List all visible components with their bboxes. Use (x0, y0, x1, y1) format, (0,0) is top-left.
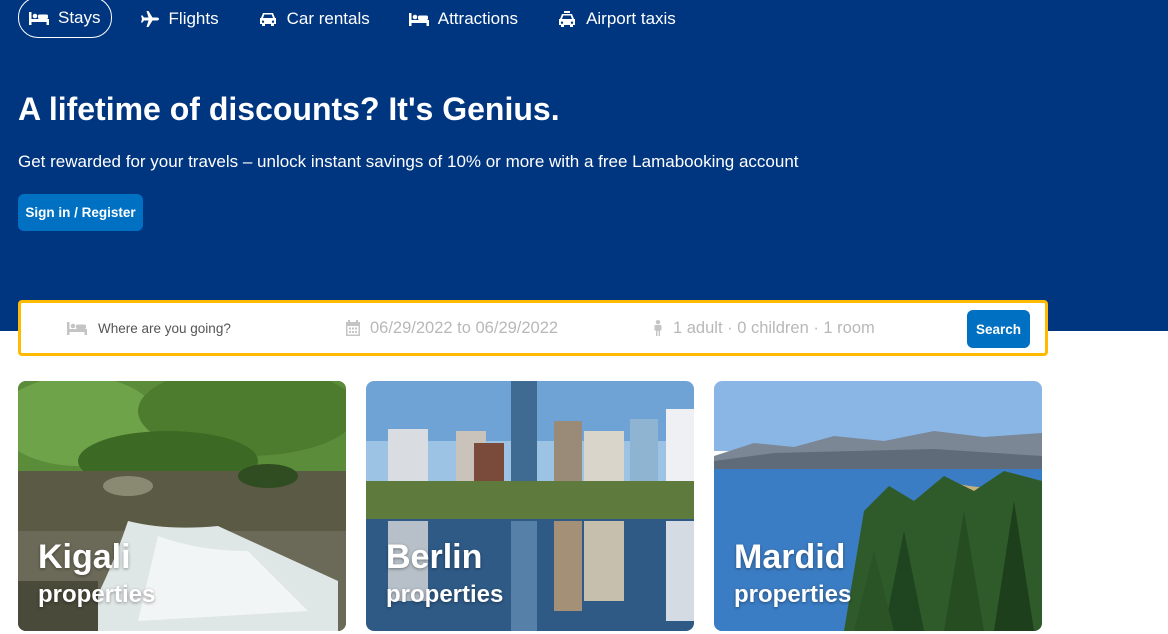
guests-field[interactable]: 1 adult · 0 children · 1 room (653, 303, 875, 353)
sign-in-register-button[interactable]: Sign in / Register (18, 194, 143, 231)
card-label: properties (734, 581, 852, 608)
card-label: properties (38, 581, 156, 608)
date-range-field[interactable]: 06/29/2022 to 06/29/2022 (346, 303, 558, 353)
card-city: Kigali (38, 538, 131, 576)
card-city: Berlin (386, 538, 483, 576)
featured-card-berlin[interactable]: Berlin properties (366, 381, 694, 631)
date-range-text: 06/29/2022 to 06/29/2022 (370, 318, 559, 337)
guests-text: 1 adult · 0 children · 1 room (673, 318, 875, 337)
bed-icon (67, 322, 87, 335)
nav-item-car-rentals[interactable]: Car rentals (247, 0, 381, 38)
person-icon (654, 320, 662, 336)
top-nav: Stays Flights Car rentals Attractions Ai… (18, 0, 704, 38)
featured-card-mardid[interactable]: Mardid properties (714, 381, 1042, 631)
car-icon (259, 13, 276, 26)
nav-item-airport-taxis[interactable]: Airport taxis (546, 0, 687, 38)
search-bar: 06/29/2022 to 06/29/2022 1 adult · 0 chi… (18, 300, 1048, 356)
featured-destinations: Kigali properties Berlin properties Mard… (18, 381, 1042, 631)
destination-input[interactable] (98, 320, 318, 336)
nav-item-flights[interactable]: Flights (129, 0, 230, 38)
nav-item-attractions[interactable]: Attractions (398, 0, 529, 38)
hero-banner: Stays Flights Car rentals Attractions Ai… (0, 0, 1168, 331)
nav-item-label: Airport taxis (586, 9, 676, 28)
bed-icon (408, 13, 429, 26)
calendar-icon (346, 320, 360, 336)
taxi-icon (559, 11, 576, 27)
destination-field[interactable] (66, 303, 326, 353)
plane-icon (140, 11, 159, 27)
nav-item-label: Car rentals (286, 9, 370, 28)
nav-item-label: Stays (58, 7, 101, 27)
page-title: A lifetime of discounts? It's Genius. (18, 91, 560, 127)
card-label: properties (386, 581, 504, 608)
card-city: Mardid (734, 538, 846, 576)
nav-item-stays[interactable]: Stays (18, 0, 112, 38)
bed-icon (29, 11, 49, 25)
hero-subtitle: Get rewarded for your travels – unlock i… (18, 152, 799, 171)
nav-item-label: Flights (168, 9, 219, 28)
search-button[interactable]: Search (967, 310, 1030, 348)
nav-item-label: Attractions (437, 9, 519, 28)
featured-card-kigali[interactable]: Kigali properties (18, 381, 346, 631)
